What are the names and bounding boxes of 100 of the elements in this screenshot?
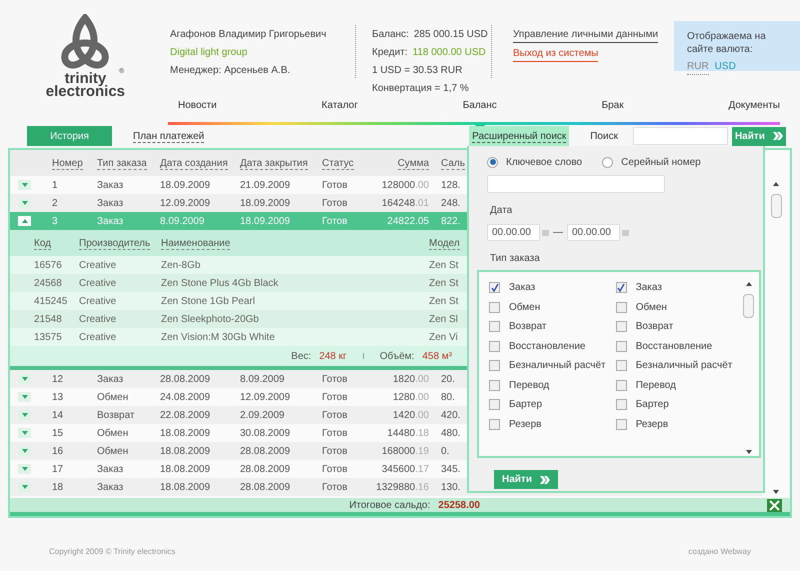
table-cell-text: 17 (52, 462, 64, 476)
table-cell-text: 20. (441, 372, 455, 386)
table-cell-text: 248. (441, 196, 460, 210)
checkbox-label: Возврат (509, 320, 546, 334)
table-cell-text: Zen Stone Plus 4Gb Black (161, 276, 280, 290)
company-name: Digital light group (170, 46, 248, 60)
account-label: Баланс: (372, 28, 409, 42)
table-cell-text: Готов (322, 390, 348, 404)
table-cell-text: 21548 (34, 312, 63, 326)
table-cell-text: Creative (79, 258, 118, 272)
table-cell-text: 2.09.2009 (240, 408, 286, 422)
table-cell-text: Заказ (97, 480, 124, 494)
table-cell-text: Обмен (97, 390, 130, 404)
table-cell-text: 1280.00 (392, 390, 429, 404)
table-cell-text: 1329880.16 (375, 480, 429, 494)
table-cell-text: Готов (322, 444, 348, 458)
table-cell-text: Готов (322, 178, 348, 192)
table-cell-text: 822. (441, 214, 460, 228)
weight-label: Вес: (291, 350, 312, 364)
table-cell-text: 8.09.2009 (160, 214, 206, 228)
checkbox-label: Обмен (509, 300, 540, 315)
table-cell-text: Заказ (97, 196, 124, 210)
table-cell-text: 24568 (34, 276, 63, 290)
table-cell-text: Zen St (429, 258, 458, 272)
copyright-text: Copyright 2009 © Trinity electronics (49, 546, 176, 558)
radio-label: Ключевое слово (506, 156, 582, 170)
search-label: Поиск (590, 130, 618, 144)
table-cell-text: 480. (441, 426, 460, 440)
table-cell-text: 420. (441, 408, 460, 422)
table-cell-text: 24822.05 (386, 214, 429, 228)
table-cell-text: Готов (322, 196, 348, 210)
table-cell-text: Готов (322, 372, 348, 386)
table-cell-text: Zen Sleekphoto-20Gb (161, 312, 260, 326)
table-cell-text: 415245 (34, 294, 68, 308)
table-cell-text: 18.08.2009 (160, 462, 212, 476)
table-cell-text: 1420.00 (392, 408, 429, 422)
table-cell-text: 12.09.2009 (160, 196, 212, 210)
table-cell-text: Заказ (97, 462, 124, 476)
table-cell-text: Готов (322, 426, 348, 440)
table-cell-text: 128. (441, 178, 460, 192)
table-cell-text: 21.09.2009 (240, 178, 292, 192)
table-cell-text: Обмен (97, 426, 130, 440)
table-cell-text: 18 (52, 480, 64, 494)
user-name: Агафонов Владимир Григорьевич (170, 28, 328, 42)
checkbox-label: Восстановление (509, 340, 586, 354)
table-cell-text: 22.08.2009 (160, 408, 212, 422)
table-cell-text: Zen Stone 1Gb Pearl (161, 294, 256, 308)
checkbox-label: Возврат (636, 320, 674, 334)
manager-name: Менеджер: Арсеньев А.В. (170, 64, 292, 78)
table-cell-text: 13 (52, 390, 64, 404)
table-cell-text: 28.08.2009 (240, 480, 292, 494)
table-cell-text: 14480.18 (386, 426, 429, 440)
table-cell-text: 16 (52, 444, 64, 458)
logo-text: electronics (46, 85, 126, 98)
table-cell-text: Zen-8Gb (161, 258, 202, 272)
table-cell-text: 28.08.2009 (240, 444, 292, 458)
table-cell-text: 13575 (34, 330, 63, 344)
table-cell-text: Zen Sl (429, 312, 458, 326)
table-cell-text: Zen St (429, 294, 458, 308)
checkbox-label: Обмен (636, 300, 667, 315)
table-cell-text: 16576 (34, 258, 63, 272)
table-cell-text: 18.09.2009 (160, 178, 212, 192)
volume-value: 458 м³ (422, 350, 452, 364)
account-note: Конвертация = 1,7 % (372, 82, 470, 96)
table-cell-text: 18.09.2009 (240, 214, 292, 228)
table-cell-text: Creative (79, 294, 118, 308)
checkbox-label: Восстановление (636, 340, 712, 354)
logo-text: trinity (64, 72, 106, 85)
table-cell-text: 2 (52, 196, 59, 210)
table-cell-text: Zen St (429, 276, 458, 290)
table-cell-text: 18.08.2009 (160, 444, 212, 458)
currency-label: Отображаема на сайте валюта: (687, 30, 767, 56)
table-cell-text: Готов (322, 462, 348, 476)
table-cell-text: 12 (52, 372, 64, 386)
account-note: 1 USD = 30.53 RUR (372, 64, 464, 78)
account-value: 118 000.00 USD (412, 46, 486, 60)
table-cell-text: 28.08.2009 (240, 462, 292, 476)
checkbox-label: Заказ (636, 281, 662, 296)
table-cell-text: 164248.01 (380, 196, 429, 210)
table-cell-text: Zen Vi (429, 330, 458, 344)
table-cell-text: 18.08.2009 (160, 480, 212, 494)
volume-label: Объём: (380, 350, 414, 364)
table-cell-text: 1820.00 (392, 372, 429, 386)
table-cell-text: Заказ (97, 178, 124, 192)
table-cell-text: 128000.00 (380, 178, 429, 192)
table-cell-text: 14 (52, 408, 64, 422)
table-cell-text: 18.08.2009 (160, 426, 212, 440)
table-cell-text: Creative (79, 330, 118, 344)
table-cell-text: Заказ (97, 214, 124, 228)
table-cell-text: Готов (322, 480, 348, 494)
table-cell-text: 8.09.2009 (240, 372, 286, 386)
account-label: Кредит: (372, 46, 408, 60)
order-type-label: Тип заказа (490, 252, 541, 266)
table-cell-text: 3 (52, 214, 59, 228)
table-cell-text: Готов (322, 408, 348, 422)
total-value: 25258.00 (438, 498, 480, 512)
credit-text: создано Webway (688, 546, 751, 558)
radio-label: Серейный номер (621, 156, 701, 170)
table-cell-text: 15 (52, 426, 64, 440)
table-cell-text: Заказ (97, 372, 124, 386)
